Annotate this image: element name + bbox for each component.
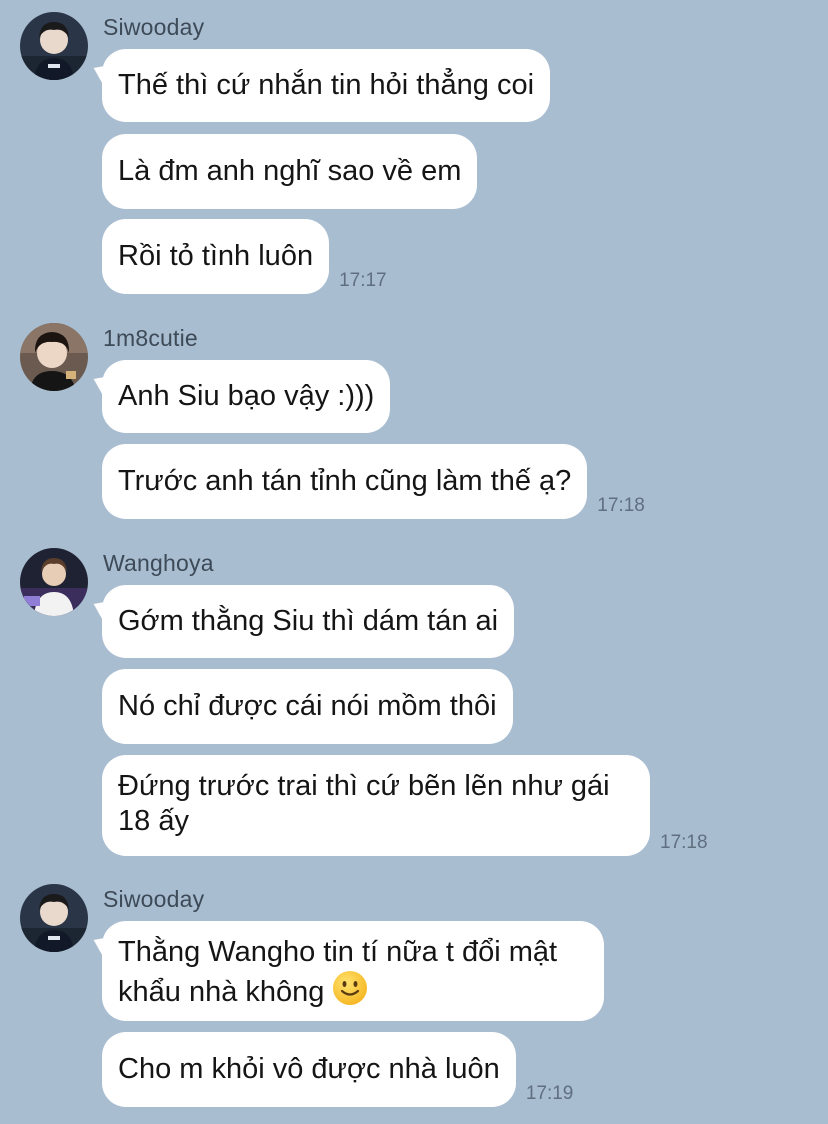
message-bubble[interactable]: Rồi tỏ tình luôn: [102, 219, 330, 294]
sender-name: Wanghoya: [103, 550, 214, 576]
sender-name: 1m8cutie: [103, 325, 198, 351]
message-text-line: khẩu nhà không: [118, 970, 368, 1015]
message-timestamp: 17:17: [339, 270, 387, 291]
message-row: Cho m khỏi vô được nhà luôn 17:19: [102, 1032, 573, 1107]
chat-thread: Siwooday Thế thì cứ nhắn tin hỏi thẳng c…: [0, 0, 828, 1124]
siwooday-avatar-icon[interactable]: [20, 884, 88, 952]
message-timestamp: 17:18: [660, 832, 708, 853]
wanghoya-avatar-icon[interactable]: [20, 548, 88, 616]
message-text: Là đm anh nghĩ sao về em: [118, 155, 462, 187]
message-bubble[interactable]: Là đm anh nghĩ sao về em: [102, 134, 478, 209]
siwooday-avatar-icon[interactable]: [20, 12, 88, 80]
message-row: Anh Siu bạo vậy :))): [102, 360, 391, 433]
message-row: Là đm anh nghĩ sao về em: [102, 134, 478, 209]
message-row: Trước anh tán tỉnh cũng làm thế ạ? 17:18: [102, 444, 645, 519]
message-row: Thế thì cứ nhắn tin hỏi thẳng coi: [102, 49, 551, 122]
message-text: Anh Siu bạo vậy :))): [118, 380, 375, 412]
message-text-line: Đứng trước trai thì cứ bẽn lẽn như gái: [118, 770, 610, 802]
message-timestamp: 17:19: [525, 1083, 574, 1104]
slightly-smiling-face-icon: [332, 970, 368, 1015]
message-row: Thằng Wangho tin tí nữa t đổi mật khẩu n…: [102, 921, 604, 1021]
message-bubble[interactable]: Anh Siu bạo vậy :))): [102, 360, 391, 433]
message-text: Cho m khỏi vô được nhà luôn: [118, 1053, 500, 1085]
message-text: Rồi tỏ tình luôn: [118, 240, 314, 272]
message-bubble[interactable]: Gớm thằng Siu thì dám tán ai: [102, 585, 515, 658]
message-row: Đứng trước trai thì cứ bẽn lẽn như gái 1…: [102, 755, 708, 856]
message-text-line: 18 ấy: [118, 805, 189, 837]
message-bubble[interactable]: Đứng trước trai thì cứ bẽn lẽn như gái 1…: [102, 755, 650, 856]
message-bubble[interactable]: Nó chỉ được cái nói mồm thôi: [102, 669, 513, 744]
1m8cutie-avatar-icon[interactable]: [20, 323, 88, 391]
sender-name: Siwooday: [103, 886, 205, 912]
message-text: Gớm thằng Siu thì dám tán ai: [118, 605, 499, 637]
sender-name: Siwooday: [103, 14, 205, 40]
message-text: Nó chỉ được cái nói mồm thôi: [118, 690, 497, 722]
message-timestamp: 17:18: [597, 495, 645, 516]
message-text: khẩu nhà không: [118, 976, 325, 1008]
message-row: Nó chỉ được cái nói mồm thôi: [102, 669, 513, 744]
message-bubble[interactable]: Thằng Wangho tin tí nữa t đổi mật khẩu n…: [102, 921, 604, 1021]
message-text: Trước anh tán tỉnh cũng làm thế ạ?: [118, 465, 572, 497]
message-bubble[interactable]: Trước anh tán tỉnh cũng làm thế ạ?: [102, 444, 588, 519]
message-bubble[interactable]: Thế thì cứ nhắn tin hỏi thẳng coi: [102, 49, 551, 122]
message-text: Thế thì cứ nhắn tin hỏi thẳng coi: [118, 69, 535, 101]
message-row: Rồi tỏ tình luôn 17:17: [102, 219, 387, 294]
message-row: Gớm thằng Siu thì dám tán ai: [102, 585, 515, 658]
message-text-line: Thằng Wangho tin tí nữa t đổi mật: [118, 936, 558, 968]
message-bubble[interactable]: Cho m khỏi vô được nhà luôn: [102, 1032, 516, 1107]
